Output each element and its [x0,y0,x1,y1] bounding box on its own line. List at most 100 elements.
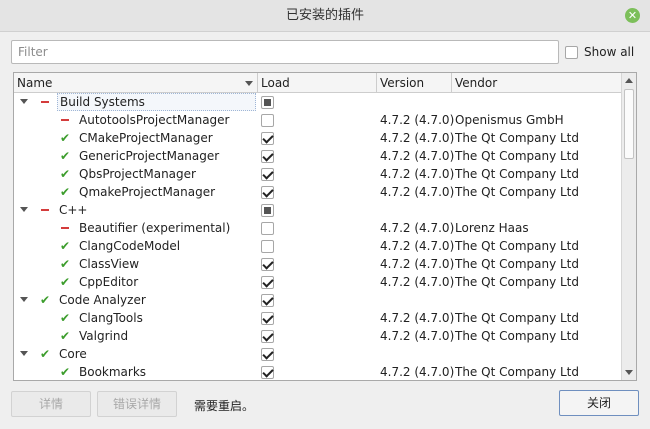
plugin-vendor: The Qt Company Ltd [455,131,580,145]
plugin-name: CppEditor [79,275,139,289]
plugin-version: 4.7.2 (4.7.0) [380,311,455,325]
tree-plugin-row[interactable]: ✔ QbsProjectManager 4.7.2 (4.7.0) The Qt Co… [14,165,622,183]
plugin-version: 4.7.2 (4.7.0) [380,131,455,145]
close-button[interactable]: 关闭 [559,390,639,416]
plugin-version: 4.7.2 (4.7.0) [380,329,455,343]
tree-plugin-row[interactable]: Beautifier (experimental) 4.7.2 (4.7.0) Lo… [14,219,622,237]
tree-category-row[interactable]: C++ [14,201,622,219]
disabled-dash-icon [59,219,71,237]
tree-category-row[interactable]: ✔ Core [14,345,622,363]
expand-arrow-icon[interactable] [20,99,28,104]
disabled-dash-icon [59,111,71,129]
tree-plugin-row[interactable]: ✔ CMakeProjectManager 4.7.2 (4.7.0) The Qt … [14,129,622,147]
window-title: 已安装的插件 [285,8,364,23]
loaded-check-icon: ✔ [59,239,71,253]
load-checkbox[interactable] [261,330,274,343]
plugin-name: ClangTools [79,311,143,325]
tree-plugin-row[interactable]: ✔ ClangCodeModel 4.7.2 (4.7.0) The Qt Compa… [14,237,622,255]
plugin-name: ClangCodeModel [79,239,181,253]
tree-header: Name Load Version Vendor [14,73,622,93]
error-details-button[interactable]: 错误详情 [97,391,177,417]
expand-arrow-icon[interactable] [20,207,28,212]
disabled-dash-icon [39,93,51,111]
details-button-label: 详情 [38,397,63,411]
error-details-button-label: 错误详情 [112,397,161,411]
show-all-checkbox-box[interactable] [565,45,578,59]
plugin-name: Code Analyzer [59,293,146,307]
load-checkbox[interactable] [261,276,274,289]
column-header-name-label: Name [17,76,53,90]
scroll-down-icon[interactable] [625,370,633,375]
plugin-version: 4.7.2 (4.7.0) [380,113,455,127]
disabled-dash-icon [39,201,51,219]
tree-plugin-row[interactable]: ✔ Bookmarks 4.7.2 (4.7.0) The Qt Company Lt… [14,363,622,380]
plugin-name: Build Systems [57,93,256,111]
loaded-check-icon: ✔ [59,185,71,199]
plugin-vendor: The Qt Company Ltd [455,239,580,253]
show-all-checkbox[interactable]: Show all [565,44,634,60]
tree-category-row[interactable]: Build Systems [14,93,622,111]
plugin-name: Beautifier (experimental) [79,221,231,235]
column-header-version[interactable]: Version [377,73,452,93]
column-header-name[interactable]: Name [14,73,258,93]
load-checkbox[interactable] [261,240,274,253]
tree-plugin-row[interactable]: AutotoolsProjectManager 4.7.2 (4.7.0) Open… [14,111,622,129]
plugin-name: CMakeProjectManager [79,131,213,145]
tree-plugin-row[interactable]: ✔ Valgrind 4.7.2 (4.7.0) The Qt Company Ltd [14,327,622,345]
loaded-check-icon: ✔ [59,275,71,289]
expand-arrow-icon[interactable] [20,297,28,302]
plugin-version: 4.7.2 (4.7.0) [380,167,455,181]
plugin-version: 4.7.2 (4.7.0) [380,221,455,235]
plugin-version: 4.7.2 (4.7.0) [380,149,455,163]
load-checkbox[interactable] [261,186,274,199]
load-checkbox[interactable] [261,204,274,217]
scrollbar-thumb[interactable] [624,89,634,159]
plugin-name: Valgrind [79,329,129,343]
load-checkbox[interactable] [261,312,274,325]
expand-arrow-icon[interactable] [20,351,28,356]
plugin-vendor: The Qt Company Ltd [455,365,580,379]
load-checkbox[interactable] [261,150,274,163]
plugin-vendor: Openismus GmbH [455,113,564,127]
plugin-vendor: Lorenz Haas [455,221,529,235]
tree-plugin-row[interactable]: ✔ ClassView 4.7.2 (4.7.0) The Qt Company Lt… [14,255,622,273]
tree-plugin-row[interactable]: ✔ ClangTools 4.7.2 (4.7.0) The Qt Company L… [14,309,622,327]
load-checkbox[interactable] [261,132,274,145]
plugin-tree[interactable]: Name Load Version Vendor Build Systems Au… [13,72,637,381]
restart-notice: 需要重启。 [194,399,255,413]
tree-plugin-row[interactable]: ✔ GenericProjectManager 4.7.2 (4.7.0) The Q… [14,147,622,165]
load-checkbox[interactable] [261,258,274,271]
load-checkbox[interactable] [261,168,274,181]
tree-rows: Build Systems AutotoolsProjectManager 4.7.… [14,93,622,380]
loaded-check-icon: ✔ [59,365,71,379]
plugin-version: 4.7.2 (4.7.0) [380,257,455,271]
tree-plugin-row[interactable]: ✔ CppEditor 4.7.2 (4.7.0) The Qt Company Lt… [14,273,622,291]
vertical-scrollbar[interactable] [621,73,636,380]
scroll-up-icon[interactable] [625,78,633,83]
tree-plugin-row[interactable]: ✔ QmakeProjectManager 4.7.2 (4.7.0) The Qt … [14,183,622,201]
filter-input[interactable] [11,40,559,64]
load-checkbox[interactable] [261,294,274,307]
plugin-vendor: The Qt Company Ltd [455,257,580,271]
plugin-vendor: The Qt Company Ltd [455,329,580,343]
load-checkbox[interactable] [261,348,274,361]
tree-category-row[interactable]: ✔ Code Analyzer [14,291,622,309]
close-icon[interactable]: ✕ [625,8,640,23]
details-button[interactable]: 详情 [11,391,91,417]
plugin-version: 4.7.2 (4.7.0) [380,365,455,379]
column-header-vendor[interactable]: Vendor [452,73,622,93]
loaded-check-icon: ✔ [39,347,51,361]
load-checkbox[interactable] [261,366,274,379]
plugin-name: QbsProjectManager [79,167,196,181]
load-checkbox[interactable] [261,114,274,127]
plugin-vendor: The Qt Company Ltd [455,149,580,163]
plugin-name: Core [59,347,87,361]
loaded-check-icon: ✔ [59,131,71,145]
column-header-load[interactable]: Load [258,73,377,93]
load-checkbox[interactable] [261,222,274,235]
plugin-vendor: The Qt Company Ltd [455,185,580,199]
loaded-check-icon: ✔ [59,167,71,181]
plugin-version: 4.7.2 (4.7.0) [380,275,455,289]
column-header-version-label: Version [380,76,425,90]
load-checkbox[interactable] [261,96,274,109]
